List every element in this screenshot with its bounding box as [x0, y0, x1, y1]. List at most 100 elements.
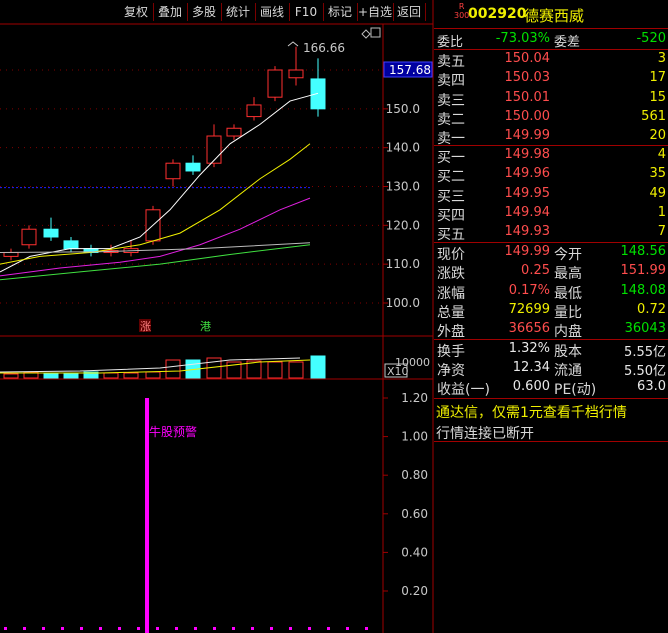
- stat-row: 外盘 36656 内盘 36043: [434, 321, 668, 340]
- order-price: 149.93: [504, 224, 551, 240]
- order-price: 149.96: [504, 166, 551, 182]
- candle-body: [43, 228, 59, 238]
- notice-text[interactable]: 通达信，仅需1元查看千档行情: [434, 402, 668, 421]
- stat-value: 36656: [508, 321, 550, 337]
- window-icon: [370, 27, 381, 38]
- sell-row[interactable]: 卖三 150.01 15: [434, 89, 668, 109]
- indicator-axis-label: 0.40: [401, 545, 428, 559]
- baseline-dot: [4, 627, 7, 630]
- stat-value: 0.72: [637, 301, 666, 317]
- high-marker-arrow: [287, 41, 299, 47]
- sell-row[interactable]: 卖四 150.03 17: [434, 70, 668, 90]
- zhang-marker: 涨: [140, 320, 151, 333]
- stat-label: 总量: [437, 304, 465, 321]
- stat-row: 涨跌 0.25 最高 151.99: [434, 263, 668, 283]
- stat-row: 涨幅 0.17% 最低 148.08: [434, 282, 668, 302]
- fund-value: 0.600: [512, 379, 550, 394]
- fund-value: 1.32%: [508, 341, 550, 356]
- ma30-line: [0, 242, 311, 254]
- volume-bar: [63, 372, 79, 379]
- stock-name: 德赛西威: [524, 7, 585, 25]
- order-label: 卖五: [437, 54, 465, 70]
- buy-row[interactable]: 买一 149.98 4: [434, 147, 668, 166]
- order-price: 149.99: [504, 128, 551, 144]
- price-axis-label: 130.0: [386, 180, 420, 194]
- stat-label: 量比: [554, 304, 582, 321]
- stat-row: 现价 149.99 今开 148.56: [434, 244, 668, 263]
- volume-bar: [288, 361, 304, 379]
- order-volume: 561: [641, 108, 666, 124]
- baseline-dot: [289, 627, 292, 630]
- kline-chart[interactable]: 160.0150.0140.0130.0120.0110.0100.0157.6…: [0, 0, 434, 633]
- order-volume: 4: [657, 147, 666, 162]
- stat-value: 36043: [624, 321, 666, 337]
- candle-body: [206, 135, 222, 164]
- price-axis-label: 120.0: [386, 218, 420, 232]
- baseline-dot: [61, 627, 64, 630]
- index-badge: R 300: [454, 2, 470, 20]
- stat-label: 涨幅: [437, 285, 465, 302]
- order-volume: 3: [657, 51, 666, 66]
- weicha-label: 委差: [554, 35, 581, 50]
- baseline-dot: [213, 627, 216, 630]
- sell-row[interactable]: 卖一 149.99 20: [434, 128, 668, 147]
- order-label: 买三: [437, 188, 465, 205]
- order-volume: 35: [649, 166, 666, 182]
- stat-value: 151.99: [620, 263, 667, 279]
- order-label: 买一: [437, 150, 465, 166]
- order-price: 150.03: [504, 70, 551, 86]
- order-volume: 49: [649, 185, 666, 201]
- fundamental-row: 净资 12.34 流通 5.50亿: [434, 360, 668, 379]
- quote-panel: R 300 002920 德赛西威 委比 -73.03% 委差 -520 卖五 15…: [434, 0, 668, 633]
- baseline-dot: [99, 627, 102, 630]
- order-price: 150.00: [504, 108, 551, 124]
- order-volume: 1: [657, 204, 666, 220]
- volume-unit-label: X10: [387, 365, 409, 378]
- buy-row[interactable]: 买四 149.94 1: [434, 204, 668, 224]
- price-axis-label: 140.0: [386, 141, 420, 155]
- ma10-line: [0, 143, 311, 265]
- volume-bar: [165, 359, 181, 379]
- candle-body: [288, 69, 304, 79]
- stat-value: 0.17%: [508, 282, 550, 298]
- order-volume: 20: [649, 128, 666, 144]
- candle-body: [3, 252, 19, 257]
- buy-row[interactable]: 买二 149.96 35: [434, 166, 668, 186]
- sell-row[interactable]: 卖二 150.00 561: [434, 108, 668, 128]
- order-label: 卖四: [437, 73, 465, 90]
- baseline-dot: [327, 627, 330, 630]
- indicator-axis-label: 0.20: [401, 584, 428, 598]
- order-label: 卖三: [437, 92, 465, 109]
- baseline-dot: [137, 627, 140, 630]
- indicator-axis-label: 0.60: [401, 507, 428, 521]
- baseline-dot: [308, 627, 311, 630]
- order-volume: 15: [649, 89, 666, 105]
- gang-marker: 港: [200, 320, 211, 333]
- indicator-axis-label: 1.20: [401, 391, 428, 405]
- order-volume: 7: [657, 224, 666, 240]
- buy-row[interactable]: 买三 149.95 49: [434, 185, 668, 205]
- baseline-dot: [42, 627, 45, 630]
- price-axis-label: 150.0: [386, 102, 420, 116]
- diamond-icon: [361, 29, 371, 39]
- price-axis-label: 110.0: [386, 257, 420, 271]
- stat-label: 最低: [554, 285, 582, 302]
- stat-label: 涨跌: [437, 266, 465, 283]
- volume-bar: [103, 372, 119, 379]
- order-price: 150.04: [504, 51, 551, 66]
- stat-label: 现价: [437, 247, 465, 263]
- order-label: 买二: [437, 169, 465, 186]
- candle-body: [246, 104, 262, 118]
- candle-body: [165, 162, 181, 180]
- quote-header: R 300 002920 德赛西威: [434, 0, 668, 29]
- candle-body: [21, 228, 37, 246]
- order-label: 卖二: [437, 111, 465, 128]
- fund-label: 流通: [554, 363, 582, 379]
- weibi-value: -73.03%: [495, 31, 550, 46]
- baseline-dot: [156, 627, 159, 630]
- baseline-dot: [365, 627, 368, 630]
- buy-row[interactable]: 买五 149.93 7: [434, 224, 668, 243]
- indicator-axis-label: 0.80: [401, 468, 428, 482]
- volume-bar: [43, 372, 59, 379]
- sell-row[interactable]: 卖五 150.04 3: [434, 51, 668, 70]
